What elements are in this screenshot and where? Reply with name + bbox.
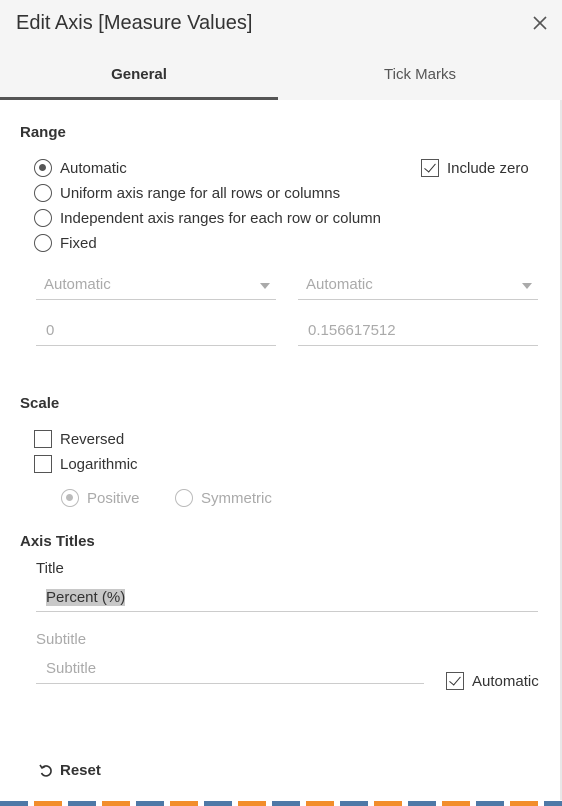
radio-icon[interactable] bbox=[34, 209, 52, 227]
range-start-field[interactable]: 0 bbox=[36, 316, 276, 346]
checkbox-icon[interactable] bbox=[446, 672, 464, 690]
edit-axis-dialog: Edit Axis [Measure Values] General Tick … bbox=[0, 0, 562, 806]
title-input[interactable]: Percent (%) bbox=[36, 584, 538, 612]
logarithmic-checkbox[interactable]: Logarithmic bbox=[34, 455, 138, 473]
positive-label: Positive bbox=[87, 489, 140, 507]
axis-titles-heading: Axis Titles bbox=[20, 533, 95, 550]
range-uniform-label: Uniform axis range for all rows or colum… bbox=[60, 184, 341, 202]
close-icon[interactable] bbox=[530, 13, 550, 33]
range-start-dropdown-value: Automatic bbox=[44, 276, 111, 293]
checkbox-icon[interactable] bbox=[34, 455, 52, 473]
range-automatic-label: Automatic bbox=[60, 159, 127, 177]
include-zero-checkbox[interactable]: Include zero bbox=[421, 159, 529, 177]
symmetric-option[interactable]: Symmetric bbox=[175, 489, 272, 507]
title-input-value: Percent (%) bbox=[46, 589, 126, 606]
range-end-dropdown[interactable]: Automatic bbox=[298, 270, 538, 300]
logarithmic-label: Logarithmic bbox=[60, 455, 138, 473]
include-zero-label: Include zero bbox=[447, 159, 529, 177]
range-end-field[interactable]: 0.156617512 bbox=[298, 316, 538, 346]
chevron-down-icon bbox=[522, 283, 532, 289]
tab-tick-marks[interactable]: Tick Marks bbox=[281, 50, 559, 100]
reset-label: Reset bbox=[60, 762, 101, 779]
reset-icon bbox=[39, 764, 52, 777]
range-independent-label: Independent axis ranges for each row or … bbox=[60, 209, 382, 227]
reversed-label: Reversed bbox=[60, 430, 125, 448]
subtitle-automatic-checkbox[interactable]: Automatic bbox=[446, 672, 539, 690]
range-uniform-option[interactable]: Uniform axis range for all rows or colum… bbox=[34, 184, 340, 202]
subtitle-input[interactable]: Subtitle bbox=[36, 654, 424, 684]
range-fixed-label: Fixed bbox=[60, 234, 97, 252]
radio-icon[interactable] bbox=[34, 184, 52, 202]
range-heading: Range bbox=[20, 124, 66, 141]
radio-icon[interactable] bbox=[34, 234, 52, 252]
scale-heading: Scale bbox=[20, 395, 60, 412]
checkbox-icon[interactable] bbox=[421, 159, 439, 177]
subtitle-automatic-label: Automatic bbox=[472, 672, 539, 690]
checkbox-icon[interactable] bbox=[34, 430, 52, 448]
range-start-dropdown[interactable]: Automatic bbox=[36, 270, 276, 300]
subtitle-label: Subtitle bbox=[36, 631, 87, 648]
dialog-title: Edit Axis [Measure Values] bbox=[16, 12, 253, 34]
tab-bar: General Tick Marks bbox=[0, 50, 562, 100]
title-label: Title bbox=[36, 560, 64, 577]
tab-general[interactable]: General bbox=[0, 50, 278, 100]
reversed-checkbox[interactable]: Reversed bbox=[34, 430, 124, 448]
symmetric-label: Symmetric bbox=[201, 489, 272, 507]
range-end-dropdown-value: Automatic bbox=[306, 276, 373, 293]
reset-button[interactable]: Reset bbox=[38, 762, 101, 779]
chevron-down-icon bbox=[260, 283, 270, 289]
radio-icon[interactable] bbox=[175, 489, 193, 507]
range-automatic-option[interactable]: Automatic bbox=[34, 159, 127, 177]
range-independent-option[interactable]: Independent axis ranges for each row or … bbox=[34, 209, 381, 227]
dialog-titlebar: Edit Axis [Measure Values] bbox=[0, 0, 562, 50]
radio-icon[interactable] bbox=[61, 489, 79, 507]
positive-option[interactable]: Positive bbox=[61, 489, 140, 507]
range-fixed-option[interactable]: Fixed bbox=[34, 234, 97, 252]
background-strip bbox=[0, 801, 562, 806]
radio-icon[interactable] bbox=[34, 159, 52, 177]
